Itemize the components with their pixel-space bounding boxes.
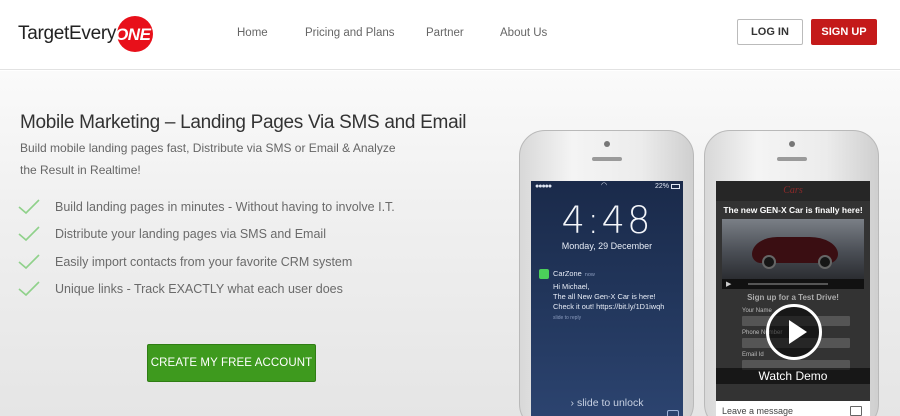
landing-title: The new GEN-X Car is finally here! — [723, 205, 863, 215]
lock-date: Monday, 29 December — [561, 241, 653, 251]
unlock-text: slide to unlock — [576, 397, 644, 409]
chat-label: Leave a message — [722, 406, 794, 416]
site-header: TargetEvery ONE Home Pricing and Plans P… — [0, 0, 900, 70]
video-progress[interactable] — [748, 283, 828, 285]
phone-camera — [604, 141, 610, 147]
page-title: Mobile Marketing – Landing Pages Via SMS… — [20, 112, 467, 133]
feature-list: Build landing pages in minutes - Without… — [18, 193, 395, 303]
feature-text: Unique links - Track EXACTLY what each u… — [55, 282, 343, 297]
logo-badge: ONE — [115, 16, 155, 52]
feature-text: Distribute your landing pages via SMS an… — [55, 227, 326, 242]
check-icon — [18, 281, 40, 297]
nav-partner[interactable]: Partner — [426, 27, 464, 39]
testdrive-heading: Sign up for a Test Drive! — [747, 293, 839, 302]
watch-demo-label[interactable]: Watch Demo — [716, 368, 870, 384]
signal-icon: ●●●●● — [535, 183, 552, 190]
phone-speaker — [592, 157, 622, 161]
hero-section: Mobile Marketing – Landing Pages Via SMS… — [0, 71, 900, 416]
landing-page-screen: Cars The new GEN-X Car is finally here! … — [716, 181, 870, 416]
notification-app-name: CarZone — [553, 269, 582, 278]
signup-button[interactable]: SIGN UP — [811, 19, 877, 45]
chat-bar[interactable]: Leave a message — [716, 401, 870, 416]
create-account-button[interactable]: CREATE MY FREE ACCOUNT — [147, 344, 316, 382]
login-button[interactable]: LOG IN — [737, 19, 803, 45]
wifi-icon: ◠ — [601, 182, 608, 189]
phone-landing-mockup: Cars The new GEN-X Car is finally here! … — [704, 130, 879, 416]
hero-subtitle: Build mobile landing pages fast, Distrib… — [20, 141, 396, 177]
feature-text: Easily import contacts from your favorit… — [55, 254, 353, 269]
lock-screen: ●●●●● ◠ 22% 4:48 Monday, 29 December Car… — [531, 181, 683, 416]
logo-badge-text: ONE — [115, 25, 151, 44]
notification-app: CarZone now — [553, 269, 595, 280]
feature-text: Build landing pages in minutes - Without… — [55, 199, 395, 214]
video-controls[interactable]: ▶ — [722, 279, 864, 289]
field-label: Email Id — [742, 352, 764, 358]
notification-time: now — [584, 272, 595, 278]
phone-lockscreen-mockup: ●●●●● ◠ 22% 4:48 Monday, 29 December Car… — [519, 130, 694, 416]
car-wheel — [762, 255, 776, 269]
feature-item: Easily import contacts from your favorit… — [18, 248, 395, 276]
notification-message: Hi Michael, The all New Gen-X Car is her… — [553, 282, 665, 311]
chat-window-icon[interactable] — [850, 406, 862, 416]
check-icon — [18, 254, 40, 269]
phone-camera — [789, 141, 795, 147]
messages-icon — [539, 269, 549, 279]
play-small-icon[interactable]: ▶ — [726, 280, 731, 288]
logo-text: TargetEvery — [18, 23, 117, 44]
landing-header: Cars — [716, 181, 870, 201]
feature-item: Distribute your landing pages via SMS an… — [18, 221, 395, 249]
slide-to-unlock[interactable]: › slide to unlock — [531, 397, 683, 409]
status-bar: ●●●●● ◠ 22% — [531, 181, 683, 192]
feature-item: Build landing pages in minutes - Without… — [18, 193, 395, 221]
slide-to-reply: slide to reply — [553, 315, 582, 321]
lock-time: 4:48 — [561, 199, 653, 242]
camera-icon[interactable] — [667, 410, 679, 416]
play-icon[interactable] — [766, 304, 822, 360]
brand-logo: Cars — [783, 185, 803, 196]
check-icon — [18, 199, 40, 214]
chevron-right-icon: › — [570, 397, 575, 409]
nav-about[interactable]: About Us — [500, 27, 547, 39]
video-thumbnail[interactable] — [722, 219, 864, 279]
battery-icon — [671, 184, 680, 189]
feature-item: Unique links - Track EXACTLY what each u… — [18, 276, 395, 304]
field-label: Your Name — [742, 308, 772, 314]
battery-text: 22% — [654, 183, 669, 190]
nav-pricing[interactable]: Pricing and Plans — [305, 27, 395, 39]
phone-speaker — [777, 157, 807, 161]
check-icon — [18, 226, 40, 242]
nav-home[interactable]: Home — [237, 27, 268, 39]
car-wheel — [818, 255, 832, 269]
logo[interactable]: TargetEvery ONE — [18, 14, 155, 54]
